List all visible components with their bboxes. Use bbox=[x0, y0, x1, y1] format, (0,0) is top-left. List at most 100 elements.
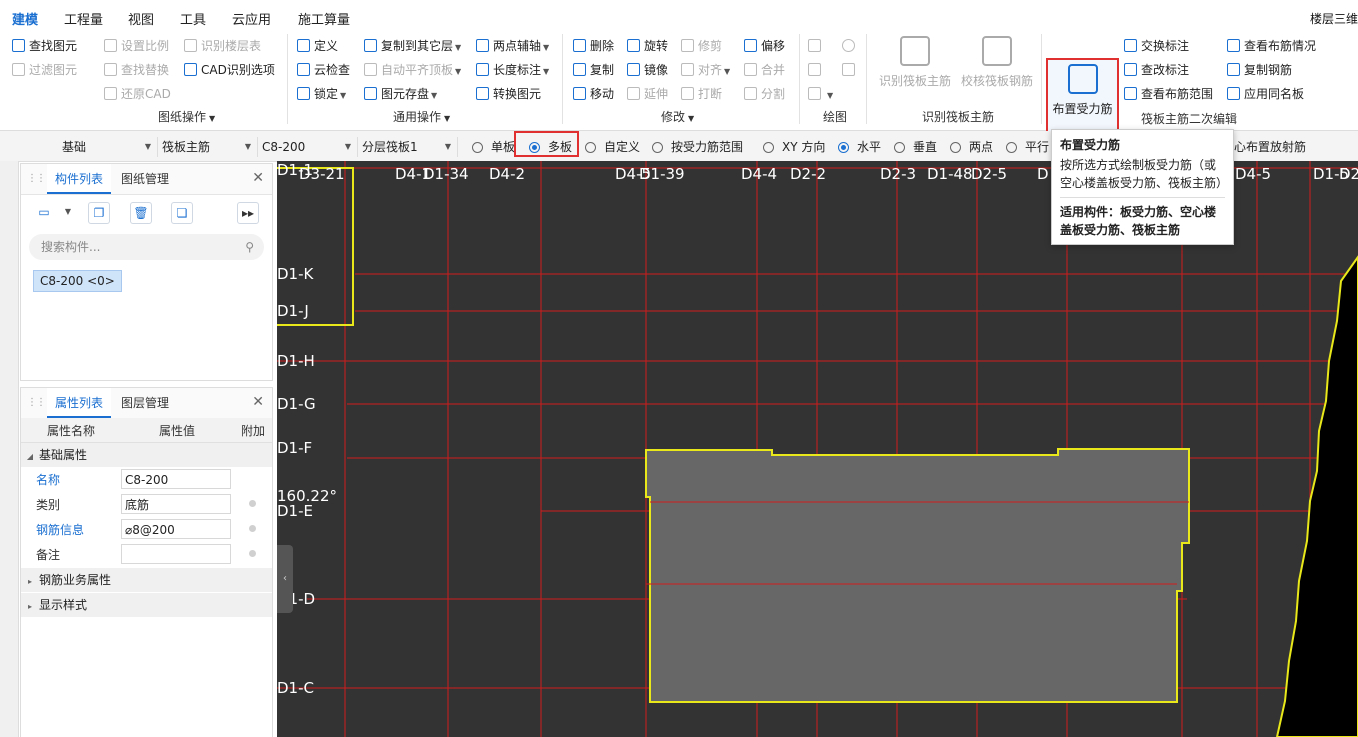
tab-property-list[interactable]: 属性列表 bbox=[47, 388, 112, 418]
group-label-common-ops[interactable]: 通用操作 ▼ bbox=[393, 108, 450, 125]
rotate-button[interactable]: 旋转 bbox=[627, 36, 668, 56]
apply-same-slab-button[interactable]: 应用同名板 bbox=[1227, 84, 1304, 104]
group-label-modify[interactable]: 修改 ▼ bbox=[661, 108, 694, 125]
component-search-input[interactable]: 搜索构件... ⚲ bbox=[29, 234, 264, 260]
define-button[interactable]: 定义 bbox=[297, 36, 338, 56]
rectangle-icon bbox=[842, 63, 855, 76]
two-point-aux-axis-button[interactable]: 两点辅轴 ▼ bbox=[476, 36, 549, 56]
copy-component-icon[interactable]: ❐ bbox=[88, 202, 110, 224]
component-list-item[interactable]: C8-200 <0> bbox=[33, 270, 122, 292]
delete-button[interactable]: 删除 bbox=[573, 36, 614, 56]
convert-element-button[interactable]: 转换图元 bbox=[476, 84, 541, 104]
identify-floor-table-button[interactable]: 识别楼层表 bbox=[184, 36, 261, 56]
arc-draw-button[interactable]: ▼ bbox=[808, 84, 833, 104]
raft-slab[interactable] bbox=[645, 448, 1190, 703]
drawing-canvas[interactable]: D1-1 D3-21 D4-1 D1-34 D4-2 D4-5 D1-39 D4… bbox=[277, 161, 1358, 737]
property-value-field[interactable] bbox=[121, 544, 231, 564]
drag-handle-icon[interactable]: ⋮⋮ bbox=[27, 397, 46, 408]
new-component-icon[interactable]: ▭ bbox=[33, 202, 55, 224]
trim-icon bbox=[681, 39, 694, 52]
menu-tab-cloud[interactable]: 云应用 bbox=[232, 9, 271, 28]
point-draw-button[interactable] bbox=[808, 36, 825, 56]
menu-tab-quantity[interactable]: 工程量 bbox=[64, 9, 103, 28]
layer-select[interactable]: 分层筏板1 ▼ bbox=[360, 137, 458, 157]
auto-align-top-button[interactable]: 自动平齐顶板 ▼ bbox=[364, 60, 461, 80]
restore-cad-button[interactable]: 还原CAD bbox=[104, 84, 171, 104]
axis-label: D bbox=[1037, 165, 1049, 183]
layer-copy-icon[interactable]: ❏ bbox=[171, 202, 193, 224]
identify-raft-main-rebar-button[interactable]: 识别筏板主筋 bbox=[876, 32, 954, 89]
split-button[interactable]: 分割 bbox=[744, 84, 785, 104]
move-button[interactable]: 移动 bbox=[573, 84, 614, 104]
close-icon[interactable]: ✕ bbox=[252, 394, 264, 410]
radio-by-rebar-range[interactable]: 按受力筋范围 bbox=[652, 137, 743, 157]
find-element-button[interactable]: 查找图元 bbox=[12, 36, 77, 56]
tab-layer-manager[interactable]: 图层管理 bbox=[113, 388, 177, 418]
length-dimension-button[interactable]: 长度标注 ▼ bbox=[476, 60, 549, 80]
floor-3d-label[interactable]: 楼层三维 bbox=[1310, 10, 1358, 27]
trim-button[interactable]: 修剪 bbox=[681, 36, 722, 56]
radio-vertical[interactable]: 垂直 bbox=[894, 137, 937, 157]
swap-label-button[interactable]: 交换标注 bbox=[1124, 36, 1189, 56]
mirror-button[interactable]: 镜像 bbox=[627, 60, 668, 80]
edit-label-button[interactable]: 查改标注 bbox=[1124, 60, 1189, 80]
type-select[interactable]: 筏板主筋 ▼ bbox=[160, 137, 258, 157]
group-rebar-properties[interactable]: ▸ 钢筋业务属性 bbox=[21, 568, 272, 592]
merge-button[interactable]: 合并 bbox=[744, 60, 785, 80]
property-value-field[interactable]: 底筋 bbox=[121, 494, 231, 514]
group-basic-properties[interactable]: ◢ 基础属性 bbox=[21, 443, 272, 467]
category-select[interactable]: 基础 ▼ bbox=[60, 137, 158, 157]
copy-button[interactable]: 复制 bbox=[573, 60, 614, 80]
offset-button[interactable]: 偏移 bbox=[744, 36, 785, 56]
collapse-panel-handle[interactable]: ‹ bbox=[277, 545, 293, 613]
find-replace-button[interactable]: 查找替换 bbox=[104, 60, 169, 80]
circle-draw-button[interactable] bbox=[842, 36, 859, 56]
filter-element-button[interactable]: 过滤图元 bbox=[12, 60, 77, 80]
group-label-drawing-ops[interactable]: 图纸操作 ▼ bbox=[158, 108, 215, 125]
delete-component-icon[interactable]: 🗑 bbox=[130, 202, 152, 224]
radio-custom[interactable]: 自定义 bbox=[585, 137, 640, 157]
property-row: 名称 C8-200 bbox=[21, 467, 272, 492]
property-name: 类别 bbox=[36, 498, 61, 512]
align-button[interactable]: 对齐 ▼ bbox=[681, 60, 730, 80]
chevron-down-icon[interactable]: ▼ bbox=[57, 202, 79, 224]
tab-component-list[interactable]: 构件列表 bbox=[47, 164, 112, 194]
radio-parallel[interactable]: 平行 bbox=[1006, 137, 1049, 157]
view-rebar-layout-button[interactable]: 查看布筋情况 bbox=[1227, 36, 1316, 56]
radio-two-point[interactable]: 两点 bbox=[950, 137, 993, 157]
place-main-rebar-button[interactable]: 布置受力筋 bbox=[1046, 58, 1119, 133]
copy-rebar-button[interactable]: 复制钢筋 bbox=[1227, 60, 1292, 80]
menu-tab-view[interactable]: 视图 bbox=[128, 9, 154, 28]
radio-xy-direction[interactable]: XY 方向 bbox=[763, 137, 825, 157]
expand-more-icon[interactable]: ▸▸ bbox=[237, 202, 259, 224]
radio-single-slab[interactable]: 单板 bbox=[472, 137, 515, 157]
element-save-button[interactable]: 图元存盘 ▼ bbox=[364, 84, 437, 104]
lock-button[interactable]: 锁定 ▼ bbox=[297, 84, 346, 104]
copy-to-other-floor-button[interactable]: 复制到其它层 ▼ bbox=[364, 36, 461, 56]
cad-identify-options-button[interactable]: CAD识别选项 bbox=[184, 60, 275, 80]
expand-triangle-icon: ▸ bbox=[27, 602, 32, 611]
tab-drawing-manager[interactable]: 图纸管理 bbox=[113, 164, 177, 194]
menu-tab-modeling[interactable]: 建模 bbox=[12, 9, 39, 33]
check-raft-rebar-button[interactable]: 校核筏板钢筋 bbox=[958, 32, 1036, 89]
view-rebar-range-button[interactable]: 查看布筋范围 bbox=[1124, 84, 1213, 104]
break-button[interactable]: 打断 bbox=[681, 84, 722, 104]
drag-handle-icon[interactable]: ⋮⋮ bbox=[27, 173, 46, 184]
radio-radial-label[interactable]: 心布置放射筋 bbox=[1234, 137, 1306, 157]
property-value-field[interactable]: ⌀8@200 bbox=[121, 519, 231, 539]
menu-tab-tools[interactable]: 工具 bbox=[180, 9, 206, 28]
extra-checkbox[interactable] bbox=[249, 550, 256, 557]
rect-draw-button[interactable] bbox=[842, 60, 859, 80]
extra-checkbox[interactable] bbox=[249, 500, 256, 507]
extend-button[interactable]: 延伸 bbox=[627, 84, 668, 104]
menu-tab-construction[interactable]: 施工算量 bbox=[298, 9, 350, 28]
component-select[interactable]: C8-200 ▼ bbox=[260, 137, 358, 157]
close-icon[interactable]: ✕ bbox=[252, 170, 264, 186]
extra-checkbox[interactable] bbox=[249, 525, 256, 532]
cloud-check-button[interactable]: 云检查 bbox=[297, 60, 350, 80]
property-value-field[interactable]: C8-200 bbox=[121, 469, 231, 489]
radio-horizontal[interactable]: 水平 bbox=[838, 137, 881, 157]
line-draw-button[interactable] bbox=[808, 60, 825, 80]
group-display-style[interactable]: ▸ 显示样式 bbox=[21, 593, 272, 617]
set-scale-button[interactable]: 设置比例 bbox=[104, 36, 169, 56]
